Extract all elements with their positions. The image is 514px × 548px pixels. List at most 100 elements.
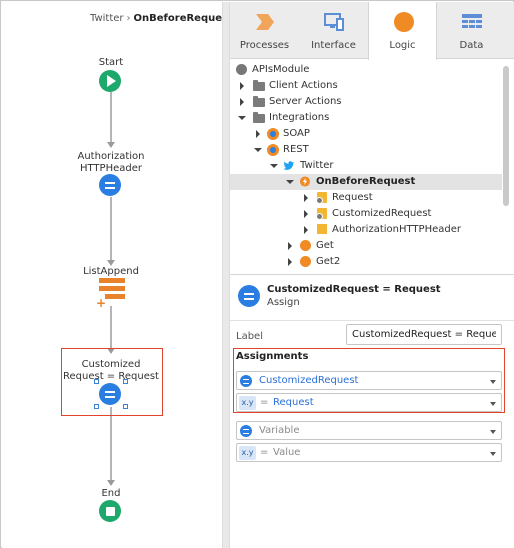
flow-connector xyxy=(110,197,112,263)
expand-arrow-icon[interactable] xyxy=(240,82,244,90)
tree-item-onbeforerequest[interactable]: OnBeforeRequest xyxy=(230,174,502,190)
flow-connector xyxy=(110,306,112,352)
collapse-arrow-icon[interactable] xyxy=(238,116,246,120)
assignment-variable-select[interactable]: CustomizedRequest xyxy=(236,371,502,390)
callback-icon xyxy=(299,176,311,187)
tree-item-label: AuthorizationHTTPHeader xyxy=(332,224,461,235)
structure-icon xyxy=(316,192,327,204)
tree-item-get[interactable]: Get xyxy=(230,238,502,254)
chevron-down-icon[interactable] xyxy=(490,402,496,406)
tree-item-soap[interactable]: SOAP xyxy=(230,126,502,142)
assign-customized-label: Customized Request = Request xyxy=(63,359,159,382)
tree-item-authorizationhttpheader[interactable]: AuthorizationHTTPHeader xyxy=(230,222,502,238)
resize-handle[interactable] xyxy=(123,379,128,384)
label-caption: Label xyxy=(236,331,263,342)
assign-customized-node[interactable] xyxy=(99,383,121,405)
assign-authorization-label: Authorization HTTPHeader xyxy=(77,151,145,174)
tree-item-label: Integrations xyxy=(269,112,330,123)
tree-item-label: Get xyxy=(316,240,334,251)
flow-arrow xyxy=(107,142,115,148)
tree-item-customizedrequest[interactable]: CustomizedRequest xyxy=(230,206,502,222)
tree-scrollbar[interactable] xyxy=(502,60,510,274)
tree-item-get2[interactable]: Get2 xyxy=(230,254,502,270)
assign-authorization-node[interactable] xyxy=(99,174,121,196)
collapse-arrow-icon[interactable] xyxy=(270,164,278,168)
method-icon xyxy=(300,256,311,267)
assignment-value-text: Request xyxy=(273,397,314,408)
tab-processes[interactable]: Processes xyxy=(230,2,299,59)
structure-icon xyxy=(317,224,327,234)
tree-item-integrations[interactable]: Integrations xyxy=(230,110,502,126)
assignments-title: Assignments xyxy=(236,351,309,362)
new-variable-select[interactable]: Variable xyxy=(236,421,502,440)
listappend-node-label: ListAppend xyxy=(83,266,139,277)
tab-logic[interactable]: Logic xyxy=(368,2,437,60)
method-icon xyxy=(300,240,311,251)
expand-arrow-icon[interactable] xyxy=(288,258,292,266)
variable-placeholder: Variable xyxy=(259,425,300,436)
list-bar xyxy=(105,294,125,299)
resize-handle[interactable] xyxy=(123,404,128,409)
flow-canvas[interactable]: Twitter › OnBeforeRequest Start Authorizat… xyxy=(2,2,233,548)
expand-arrow-icon[interactable] xyxy=(304,210,308,218)
plus-icon: + xyxy=(96,296,107,310)
expand-arrow-icon[interactable] xyxy=(304,226,308,234)
chevron-down-icon[interactable] xyxy=(490,452,496,456)
flow-connector xyxy=(110,92,112,146)
chevron-down-icon[interactable] xyxy=(490,430,496,434)
start-node[interactable] xyxy=(99,70,121,92)
collapse-arrow-icon[interactable] xyxy=(254,148,262,152)
flow-connector xyxy=(110,407,112,483)
tree-item-label: Client Actions xyxy=(269,80,338,91)
rest-icon xyxy=(267,144,279,156)
logic-circle-icon xyxy=(394,12,414,32)
new-value-select[interactable]: x.y = Value xyxy=(236,443,502,462)
tab-data[interactable]: Data xyxy=(437,2,506,59)
properties-title: CustomizedRequest = Request xyxy=(267,284,441,295)
tree-item-label: APIsModule xyxy=(252,64,310,75)
collapse-arrow-icon[interactable] xyxy=(286,180,294,184)
equals-sign: = xyxy=(260,397,269,408)
folder-icon xyxy=(253,96,265,107)
tree-item-request[interactable]: Request xyxy=(230,190,502,206)
tab-label: Processes xyxy=(239,40,290,51)
listappend-node[interactable]: + xyxy=(96,278,125,310)
tab-label: Data xyxy=(459,40,484,51)
list-bar xyxy=(99,286,125,291)
tab-interface[interactable]: Interface xyxy=(299,2,368,59)
tree-item-server-actions[interactable]: Server Actions xyxy=(230,94,502,110)
tree-item-apismodule[interactable]: APIsModule xyxy=(230,62,502,78)
tree-item-label: REST xyxy=(283,144,309,155)
value-placeholder: Value xyxy=(273,447,301,458)
expand-arrow-icon[interactable] xyxy=(288,242,292,250)
resize-handle[interactable] xyxy=(94,404,99,409)
twitter-bird-icon xyxy=(283,161,294,170)
equals-sign: = xyxy=(260,447,269,458)
breadcrumb-current: OnBeforeRequest xyxy=(133,13,233,24)
tree-item-label: OnBeforeRequest xyxy=(316,176,416,187)
scrollbar-thumb[interactable] xyxy=(503,66,509,206)
label-input[interactable] xyxy=(346,324,502,345)
breadcrumb-parent[interactable]: Twitter xyxy=(90,13,124,24)
panel-splitter[interactable] xyxy=(222,2,230,548)
tree-item-twitter[interactable]: Twitter xyxy=(230,158,502,174)
expand-arrow-icon[interactable] xyxy=(240,98,244,106)
properties-panel: CustomizedRequest = Request Assign Label… xyxy=(230,274,514,548)
breadcrumb-separator: › xyxy=(126,13,131,24)
assign-icon xyxy=(238,285,260,307)
end-node[interactable] xyxy=(99,500,121,522)
expand-arrow-icon[interactable] xyxy=(304,194,308,202)
tree-item-rest[interactable]: REST xyxy=(230,142,502,158)
variable-equals-icon xyxy=(240,375,252,387)
chevron-down-icon[interactable] xyxy=(490,380,496,384)
resize-handle[interactable] xyxy=(94,379,99,384)
tree-item-label: Server Actions xyxy=(269,96,342,107)
module-icon xyxy=(236,64,247,75)
properties-header: CustomizedRequest = Request Assign xyxy=(230,275,514,321)
stop-icon xyxy=(105,506,115,516)
assignment-value-select[interactable]: x.y = Request xyxy=(236,393,502,412)
tree-item-client-actions[interactable]: Client Actions xyxy=(230,78,502,94)
expand-arrow-icon[interactable] xyxy=(256,130,260,138)
flow-arrow xyxy=(107,480,115,486)
soap-icon xyxy=(267,128,279,140)
